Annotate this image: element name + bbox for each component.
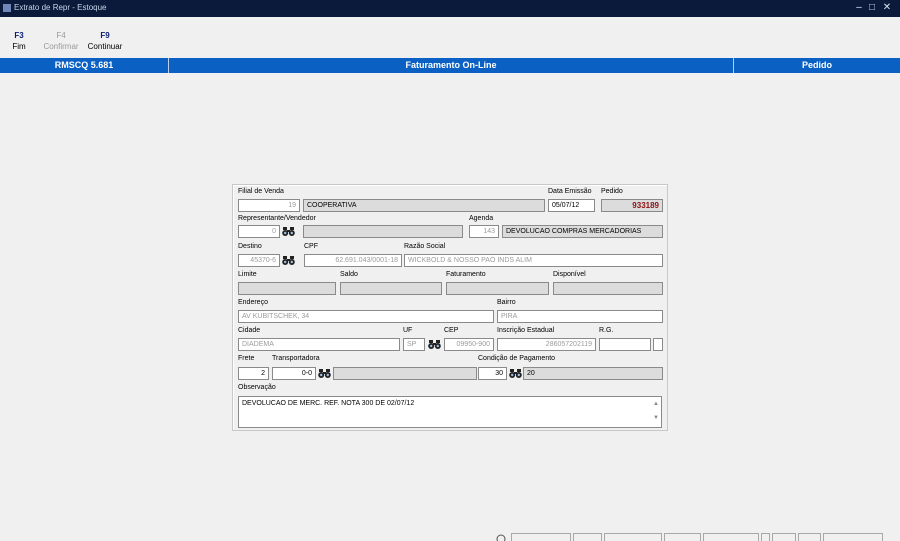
scroll-down-icon[interactable]: ▼ [651, 415, 661, 421]
disponivel-label: Disponível [553, 271, 586, 278]
system-version: RMSCQ 5.681 [54, 60, 114, 70]
cidade-field[interactable]: DIADEMA [238, 338, 400, 351]
order-form-panel: Filial de Venda Data Emissão Pedido 19 C… [232, 184, 668, 431]
bairro-label: Bairro [497, 299, 516, 306]
toolbar: F3 Fim F4 Confirmar F9 Continuar [0, 17, 900, 57]
uf-field[interactable]: SP [403, 338, 425, 351]
faturamento-field [446, 282, 549, 295]
status-cell [511, 533, 571, 541]
fim-button[interactable]: F3 Fim [8, 31, 30, 51]
continuar-button[interactable]: F9 Continuar [84, 31, 126, 51]
disponivel-field [553, 282, 663, 295]
filial-name-field: COOPERATIVA [303, 199, 545, 212]
observacao-text: DEVOLUCAO DE MERC. REF. NOTA 300 DE 02/0… [242, 400, 415, 407]
cep-label: CEP [444, 327, 459, 334]
inscricao-estadual-label: Inscrição Estadual [497, 327, 555, 334]
filial-label: Filial de Venda [238, 188, 284, 195]
pedido-field: 933189 [601, 199, 663, 212]
agenda-code-field[interactable]: 143 [469, 225, 499, 238]
status-cell [798, 533, 821, 541]
observacao-label: Observação [238, 384, 276, 391]
cpf-label: CPF [304, 243, 318, 250]
page-title: Faturamento On-Line [405, 60, 497, 70]
inscricao-estadual-field[interactable]: 286057202119 [497, 338, 596, 351]
rg-label: R.G. [599, 327, 614, 334]
confirmar-label: Confirmar [43, 42, 79, 51]
status-cell [772, 533, 796, 541]
faturamento-label: Faturamento [446, 271, 486, 278]
close-icon[interactable]: ✕ [881, 2, 893, 13]
destino-label: Destino [238, 243, 262, 250]
fim-label: Fim [12, 42, 26, 51]
condicao-pagamento-label: Condição de Pagamento [478, 355, 556, 362]
status-bar [0, 533, 900, 541]
saldo-label: Saldo [340, 271, 358, 278]
representante-name-field [303, 225, 463, 238]
filial-code-field[interactable]: 19 [238, 199, 300, 212]
title-bar: Extrato de Repr - Estoque – □ ✕ [0, 0, 900, 17]
minimize-icon[interactable]: – [853, 2, 865, 13]
uf-label: UF [403, 327, 413, 334]
search-binoculars-icon[interactable] [318, 368, 331, 379]
status-cell [604, 533, 662, 541]
representante-code-field[interactable]: 0 [238, 225, 280, 238]
pedido-label: Pedido [601, 188, 623, 195]
observacao-scrollbar[interactable]: ▲ ▼ [651, 397, 661, 427]
data-emissao-field[interactable]: 05/07/12 [548, 199, 595, 212]
fim-key: F3 [14, 31, 24, 40]
transportadora-label: Transportadora [272, 355, 320, 362]
search-binoculars-icon[interactable] [428, 339, 441, 350]
rg-digit-field[interactable] [653, 338, 663, 351]
status-cell [703, 533, 759, 541]
saldo-field [340, 282, 442, 295]
search-binoculars-icon[interactable] [509, 368, 522, 379]
razao-social-field[interactable]: WICKBOLD & NOSSO PAO INDS ALIM [404, 254, 663, 267]
window-title: Extrato de Repr - Estoque [14, 3, 107, 12]
status-cell [573, 533, 602, 541]
razao-social-label: Razão Social [404, 243, 446, 250]
cep-field[interactable]: 09950-900 [444, 338, 494, 351]
endereco-field[interactable]: AV KUBITSCHEK, 34 [238, 310, 494, 323]
status-icon [494, 533, 510, 541]
section-title: Pedido [801, 60, 832, 70]
limite-label: Limite [238, 271, 257, 278]
bairro-field[interactable]: PIRA [497, 310, 663, 323]
scroll-up-icon[interactable]: ▲ [651, 401, 661, 407]
status-cell [823, 533, 883, 541]
transportadora-name-field [333, 367, 477, 380]
confirmar-key: F4 [56, 31, 66, 40]
agenda-label: Agenda [469, 215, 494, 222]
status-cell [761, 533, 770, 541]
status-cell [664, 533, 701, 541]
cpf-field[interactable]: 62.691.043/0001-18 [304, 254, 402, 267]
frete-field[interactable]: 2 [238, 367, 269, 380]
continuar-key: F9 [100, 31, 110, 40]
maximize-icon[interactable]: □ [866, 2, 878, 13]
observacao-textarea[interactable]: DEVOLUCAO DE MERC. REF. NOTA 300 DE 02/0… [238, 396, 662, 428]
frete-label: Frete [238, 355, 255, 362]
header-bar: RMSCQ 5.681 Faturamento On-Line Pedido [0, 58, 900, 73]
search-binoculars-icon[interactable] [282, 226, 295, 237]
continuar-label: Continuar [87, 42, 123, 51]
limite-field [238, 282, 336, 295]
cidade-label: Cidade [238, 327, 261, 334]
agenda-desc-field: DEVOLUCAO COMPRAS MERCADORIAS [502, 225, 663, 238]
endereco-label: Endereço [238, 299, 268, 306]
representante-label: Representante/Vendedor [238, 215, 316, 222]
data-emissao-label: Data Emissão [548, 188, 592, 195]
condicao-pagamento-code-field[interactable]: 30 [478, 367, 507, 380]
confirmar-button[interactable]: F4 Confirmar [41, 31, 81, 51]
search-binoculars-icon[interactable] [282, 255, 295, 266]
app-icon [3, 4, 11, 12]
condicao-pagamento-desc-field: 20 [523, 367, 663, 380]
rg-field[interactable] [599, 338, 651, 351]
destino-field[interactable]: 45370-6 [238, 254, 280, 267]
transportadora-code-field[interactable]: 0-0 [272, 367, 316, 380]
